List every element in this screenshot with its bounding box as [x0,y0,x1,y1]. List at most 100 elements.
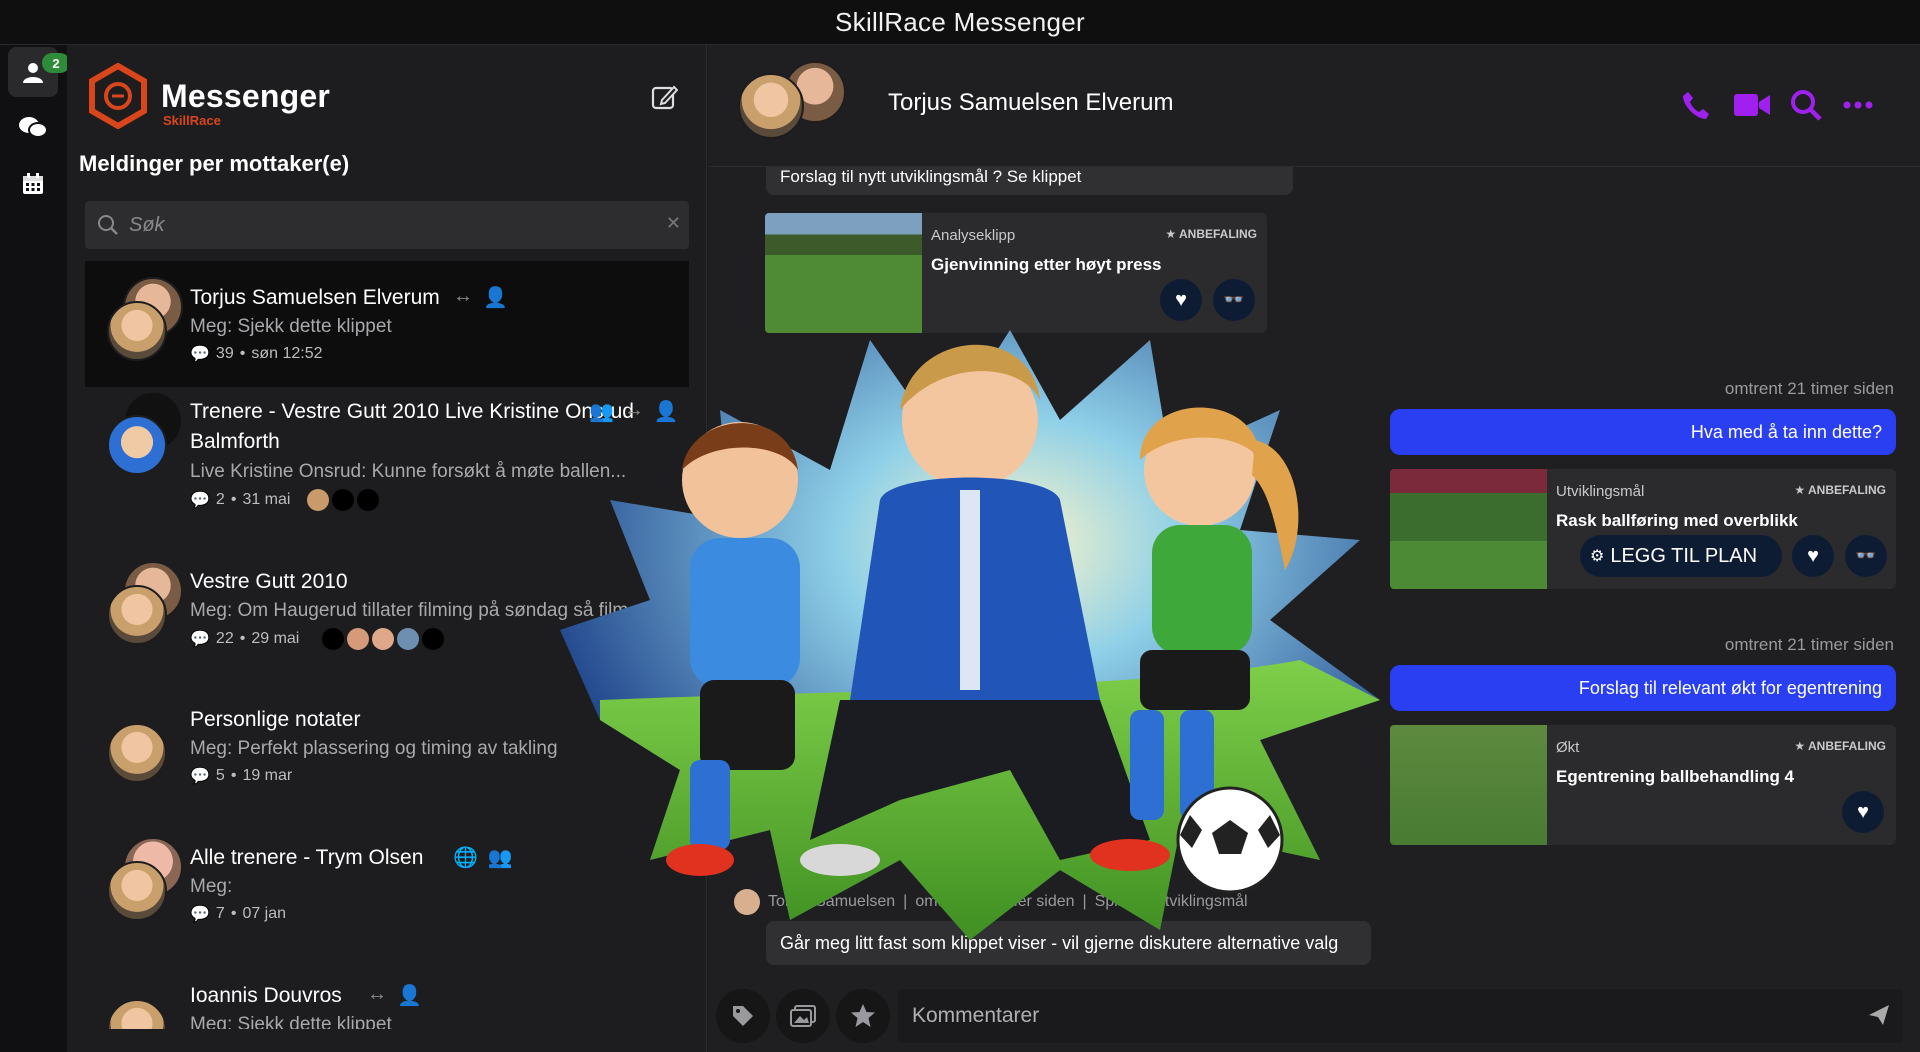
incoming-message-partial: Forslag til nytt utviklingsmål ? Se klip… [766,167,1293,195]
chat-bubbles-icon [19,117,48,138]
conversation-date: 07 jan [242,905,287,922]
phone-icon [1683,92,1709,119]
participant-avatar [347,628,370,650]
avatar [107,301,167,361]
chat-title: Torjus Samuelsen Elverum [888,89,1174,116]
brand-logo: Messenger SkillRace [87,63,330,129]
glasses-icon: 👓 [1855,546,1877,565]
conversation-name: Ioannis Douvros [190,984,342,1007]
avatar [107,585,167,645]
avatar-group [107,699,187,783]
card-title: Egentrening ballbehandling 4 [1556,767,1795,786]
content-card[interactable]: Økt ★ ANBEFALING Egentrening ballbehandl… [1390,725,1896,845]
heart-icon: ♥ [1807,544,1819,567]
avatar-group [107,837,187,921]
brand-subtitle: SkillRace [163,112,221,128]
favorite-button[interactable] [836,989,890,1043]
outgoing-message: Forslag til relevant økt for egentrening [1390,665,1896,711]
star-icon [851,1004,875,1027]
calendar-nav-button[interactable] [8,159,58,209]
window-title: SkillRace Messenger [835,6,1085,37]
comments-icon: 💬 [190,768,210,785]
tag-icon [733,1006,753,1026]
calendar-icon [23,173,43,194]
view-button[interactable]: 👓 [1845,535,1887,577]
avatar-group [107,561,187,645]
section-title: Meldinger per mottaker(e) [79,151,350,176]
search-input[interactable] [129,213,629,237]
contacts-nav-button[interactable]: 2 [8,47,70,97]
search-box: ✕ [85,201,689,249]
search-icon [98,215,118,235]
media-button[interactable] [776,989,830,1043]
clip-thumbnail[interactable] [1390,469,1547,589]
brand-name: Messenger [161,77,330,114]
call-button[interactable] [1676,85,1716,125]
participant-avatar [332,489,355,511]
unread-badge: 2 [42,53,70,73]
nav-rail: 2 [0,45,70,1052]
participant-avatar [307,489,330,511]
message-count: 22 [215,630,234,647]
images-icon [790,1005,816,1027]
message-timestamp: omtrent 21 timer siden [1724,379,1894,398]
video-call-button[interactable] [1732,85,1772,125]
avatar [107,861,167,921]
message-count: 7 [215,905,225,922]
avatar [107,999,167,1029]
avatar-group [107,391,187,475]
avatar [738,73,804,139]
like-button[interactable]: ♥ [1792,535,1834,577]
send-button[interactable] [1867,1003,1891,1032]
conversation-date: søn 12:52 [251,345,323,362]
comments-icon: 💬 [190,906,210,923]
participant-avatar [322,628,345,650]
participant-avatar [357,489,380,511]
outgoing-message: Hva med å ta inn dette? [1390,409,1896,455]
video-camera-icon [1734,94,1770,116]
compose-button[interactable] [647,80,681,114]
skillrace-logo-icon [89,63,147,129]
person-outline-icon: 👤 [397,985,422,1007]
comments-icon: 💬 [190,631,210,648]
comments-icon: 💬 [190,492,210,509]
card-title: Rask ballføring med overblikk [1556,511,1798,530]
dot-separator: • [230,905,237,922]
tag-button[interactable] [716,989,770,1043]
recommendation-tag: ★ ANBEFALING [1794,483,1886,497]
add-to-plan-button[interactable]: ⚙ LEGG TIL PLAN [1580,535,1782,577]
globe-icon: 🌐 [453,847,478,869]
conversation-preview: Meg: Sjekk dette klippet [190,1014,392,1029]
chat-header: Torjus Samuelsen Elverum [708,45,1920,167]
direct-arrows-icon: ↔ [453,285,473,307]
content-card[interactable]: Utviklingsmål ★ ANBEFALING Rask ballføri… [1390,469,1896,589]
like-button[interactable]: ♥ [1842,791,1884,833]
more-options-button[interactable] [1838,85,1878,125]
send-icon [1869,1005,1889,1025]
recommendation-tag: ★ ANBEFALING [1165,227,1257,241]
message-timestamp: omtrent 21 timer siden [1724,635,1894,654]
avatar-group [107,277,187,361]
participant-avatar [372,628,395,650]
ellipsis-icon [1843,101,1873,109]
chats-nav-button[interactable] [8,103,58,153]
participant-avatar [422,628,445,650]
dot-separator: • [239,345,246,362]
heart-icon: ♥ [1857,800,1869,823]
comment-box [898,989,1903,1043]
dot-separator: • [230,767,237,784]
clear-search-icon[interactable]: ✕ [666,213,681,234]
comment-input[interactable] [912,989,1812,1043]
clip-thumbnail[interactable] [1390,725,1547,845]
window-titlebar: SkillRace Messenger [0,0,1920,45]
chat-search-button[interactable] [1786,85,1826,125]
direct-arrows-icon: ↔ [367,983,387,1005]
comments-icon: 💬 [190,346,210,363]
dot-separator: • [239,630,246,647]
avatar [107,415,167,475]
conversation-date: 31 mai [242,491,291,508]
conversation-item[interactable]: Ioannis Douvros ↔ 👤 Meg: Sjekk dette klip… [85,959,689,1029]
card-type: Analyseklipp [931,227,1016,244]
edit-icon [651,85,678,110]
message-count: 5 [215,767,225,784]
